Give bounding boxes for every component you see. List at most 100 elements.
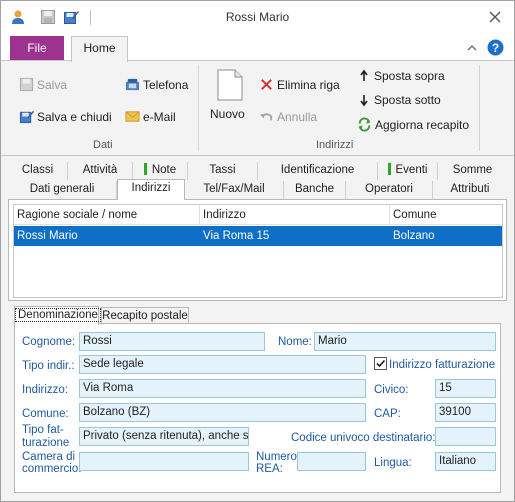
sposta-sotto-label: Sposta sotto: [374, 93, 441, 107]
mail-icon: [125, 111, 140, 122]
label-indirizzo-fatturazione[interactable]: Indirizzo fatturazione: [389, 359, 495, 371]
indirizzo-field[interactable]: Via Roma: [79, 379, 366, 398]
phone-icon: [125, 78, 140, 91]
tab-classi[interactable]: Classi: [8, 162, 68, 180]
tab-recapito-postale[interactable]: Recapito postale: [101, 307, 189, 324]
salva-chiudi-label: Salva e chiudi: [37, 109, 112, 124]
ribbon-tab-bar: File Home ?: [1, 34, 514, 62]
sposta-sopra-button[interactable]: Sposta sopra: [357, 69, 445, 83]
tab-banche[interactable]: Banche: [284, 181, 346, 199]
salva-label: Salva: [37, 77, 68, 92]
label-tipo-fatturazione-line2: turazione: [22, 437, 70, 449]
label-tipo-fatturazione-line1: Tipo fat-: [22, 424, 64, 436]
save-close-icon: [19, 110, 34, 124]
nome-field[interactable]: Mario: [314, 332, 496, 351]
title-bar: Rossi Mario: [1, 1, 514, 34]
column-header-comune[interactable]: Comune: [390, 205, 502, 225]
salva-button[interactable]: Salva: [19, 77, 67, 92]
tab-tel-fax-mail[interactable]: Tel/Fax/Mail: [185, 181, 284, 199]
chevron-up-icon[interactable]: [466, 42, 478, 54]
label-nome: Nome:: [278, 336, 312, 348]
comune-field[interactable]: Bolzano (BZ): [79, 403, 366, 422]
help-icon[interactable]: ?: [487, 39, 504, 56]
tab-eventi[interactable]: Eventi: [378, 162, 438, 180]
tab-somme[interactable]: Somme: [438, 162, 507, 180]
label-cap: CAP:: [374, 408, 401, 420]
cap-field[interactable]: 39100: [435, 403, 496, 422]
tab-tassi[interactable]: Tassi: [188, 162, 258, 180]
cell-nome: Rossi Mario: [17, 230, 78, 242]
close-icon[interactable]: [486, 8, 504, 26]
salva-chiudi-button[interactable]: Salva e chiudi: [19, 109, 112, 124]
tab-indirizzi[interactable]: Indirizzi: [117, 179, 185, 200]
tab-denominazione-label: Denominazione: [15, 308, 101, 322]
codice-univoco-field[interactable]: [435, 427, 496, 446]
fatturazione-checkbox[interactable]: [374, 357, 387, 370]
nuovo-label: Nuovo: [210, 107, 245, 121]
tab-home[interactable]: Home: [71, 36, 128, 62]
cognome-field[interactable]: Rossi: [79, 332, 265, 351]
label-civico: Civico:: [374, 384, 409, 396]
camera-commercio-field[interactable]: [79, 452, 249, 471]
cell-indirizzo: Via Roma 15: [203, 230, 270, 242]
lingua-field[interactable]: Italiano: [435, 452, 496, 471]
elimina-riga-label: Elimina riga: [277, 77, 340, 92]
sposta-sopra-label: Sposta sopra: [374, 69, 445, 83]
label-tipo-indir: Tipo indir.:: [22, 360, 75, 372]
new-document-icon: [217, 69, 243, 101]
eventi-indicator-icon: [387, 163, 391, 175]
tab-dati-generali[interactable]: Dati generali: [8, 181, 117, 199]
label-cognome: Cognome:: [22, 336, 76, 348]
tab-operatori[interactable]: Operatori: [346, 181, 433, 199]
annulla-label: Annulla: [277, 109, 318, 124]
tab-note[interactable]: Note: [133, 162, 188, 180]
annulla-button[interactable]: Annulla: [259, 109, 317, 124]
arrow-up-icon: [360, 69, 368, 81]
ribbon: Salva Salva e chiudi Telefona e-Mail Dat…: [1, 61, 514, 156]
aggiorna-recapito-label: Aggiorna recapito: [375, 117, 470, 132]
tab-eventi-label: Eventi: [395, 164, 428, 176]
tab-file[interactable]: File: [10, 36, 64, 60]
civico-field[interactable]: 15: [435, 379, 496, 398]
address-list: Ragione sociale / nome Indirizzo Comune …: [13, 204, 503, 298]
email-label: e-Mail: [143, 109, 176, 124]
detail-tab-strip: Classi Attività Note Tassi Identificazio…: [8, 162, 507, 200]
app-window: Rossi Mario File Home ? Salva Salva e ch…: [0, 0, 515, 502]
label-camera-line1: Camera di: [22, 451, 76, 463]
tab-denominazione[interactable]: Denominazione: [14, 306, 101, 325]
column-header-indirizzo[interactable]: Indirizzo: [200, 205, 390, 225]
table-row[interactable]: Rossi Mario Via Roma 15 Bolzano: [14, 226, 502, 246]
cell-comune: Bolzano: [393, 230, 435, 242]
telefona-button[interactable]: Telefona: [125, 77, 188, 92]
arrow-down-icon: [360, 95, 368, 107]
tab-attributi[interactable]: Attributi: [433, 181, 507, 199]
undo-icon: [259, 113, 273, 121]
label-camera-line2: commercio:: [22, 463, 82, 475]
sposta-sotto-button[interactable]: Sposta sotto: [357, 93, 441, 107]
label-comune: Comune:: [22, 408, 69, 420]
save-icon: [19, 77, 34, 92]
tab-identificazione[interactable]: Identificazione: [258, 162, 378, 180]
tipo-indirizzo-field[interactable]: Sede legale: [79, 355, 366, 374]
group-label-indirizzi: Indirizzi: [316, 139, 354, 151]
tab-note-label: Note: [151, 164, 177, 176]
group-separator: [479, 65, 480, 151]
address-list-panel: Ragione sociale / nome Indirizzo Comune …: [8, 199, 507, 301]
telefona-label: Telefona: [143, 77, 189, 92]
nuovo-button[interactable]: Nuovo: [210, 67, 250, 129]
checkmark-icon: [376, 359, 386, 368]
group-separator: [198, 65, 199, 151]
email-button[interactable]: e-Mail: [125, 109, 176, 124]
tipo-fatturazione-field[interactable]: Privato (senza ritenuta), anche se: [79, 427, 249, 446]
elimina-riga-button[interactable]: Elimina riga: [259, 77, 340, 92]
svg-text:?: ?: [492, 41, 499, 55]
label-numero-rea-line2: REA:: [256, 463, 283, 475]
window-title: Rossi Mario: [225, 10, 290, 24]
numero-rea-field[interactable]: [297, 452, 366, 471]
label-indirizzo: Indirizzo:: [22, 384, 69, 396]
note-indicator-icon: [143, 163, 147, 175]
aggiorna-recapito-button[interactable]: Aggiorna recapito: [357, 117, 469, 132]
column-header-nome[interactable]: Ragione sociale / nome: [14, 205, 200, 225]
delete-icon: [261, 79, 272, 90]
tab-attivita[interactable]: Attività: [68, 162, 133, 180]
